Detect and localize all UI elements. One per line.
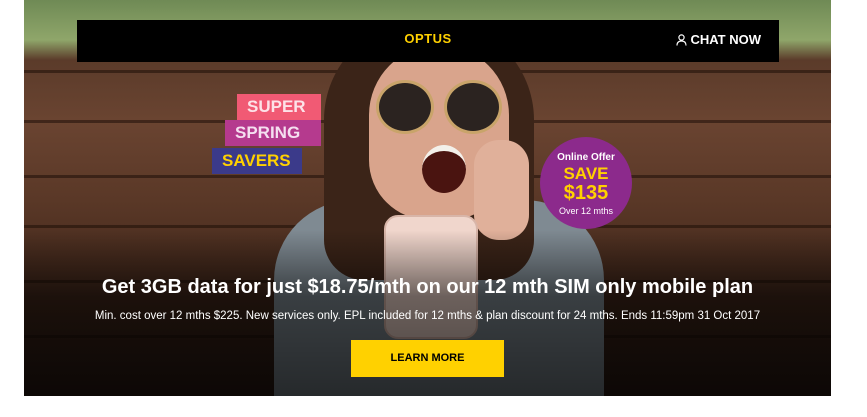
top-nav-bar: OPTUS CHAT NOW — [77, 20, 779, 62]
offer-duration: Over 12 mths — [558, 206, 614, 216]
chat-now-label: CHAT NOW — [690, 32, 761, 47]
user-icon — [676, 33, 688, 46]
chat-now-button[interactable]: CHAT NOW — [676, 32, 761, 47]
promo-tag-super: SUPER — [237, 94, 321, 120]
sunglasses-right-lens — [444, 80, 502, 134]
person-mouth — [422, 145, 466, 193]
offer-amount: $135 — [563, 182, 609, 204]
learn-more-button[interactable]: LEARN MORE — [351, 340, 504, 377]
hero-subtext: Min. cost over 12 mths $225. New service… — [94, 310, 761, 322]
promo-tag-spring: SPRING — [225, 120, 321, 146]
optus-logo[interactable]: OPTUS — [77, 31, 779, 46]
promo-tag-savers: SAVERS — [212, 148, 302, 174]
offer-label: Online Offer — [557, 152, 615, 163]
person-hand — [474, 140, 529, 240]
hero-headline: Get 3GB data for just $18.75/mth on our … — [101, 276, 754, 298]
online-offer-badge: Online Offer SAVE $135 Over 12 mths — [540, 137, 632, 229]
sunglasses-left-lens — [376, 80, 434, 134]
offer-save: SAVE — [563, 164, 609, 183]
